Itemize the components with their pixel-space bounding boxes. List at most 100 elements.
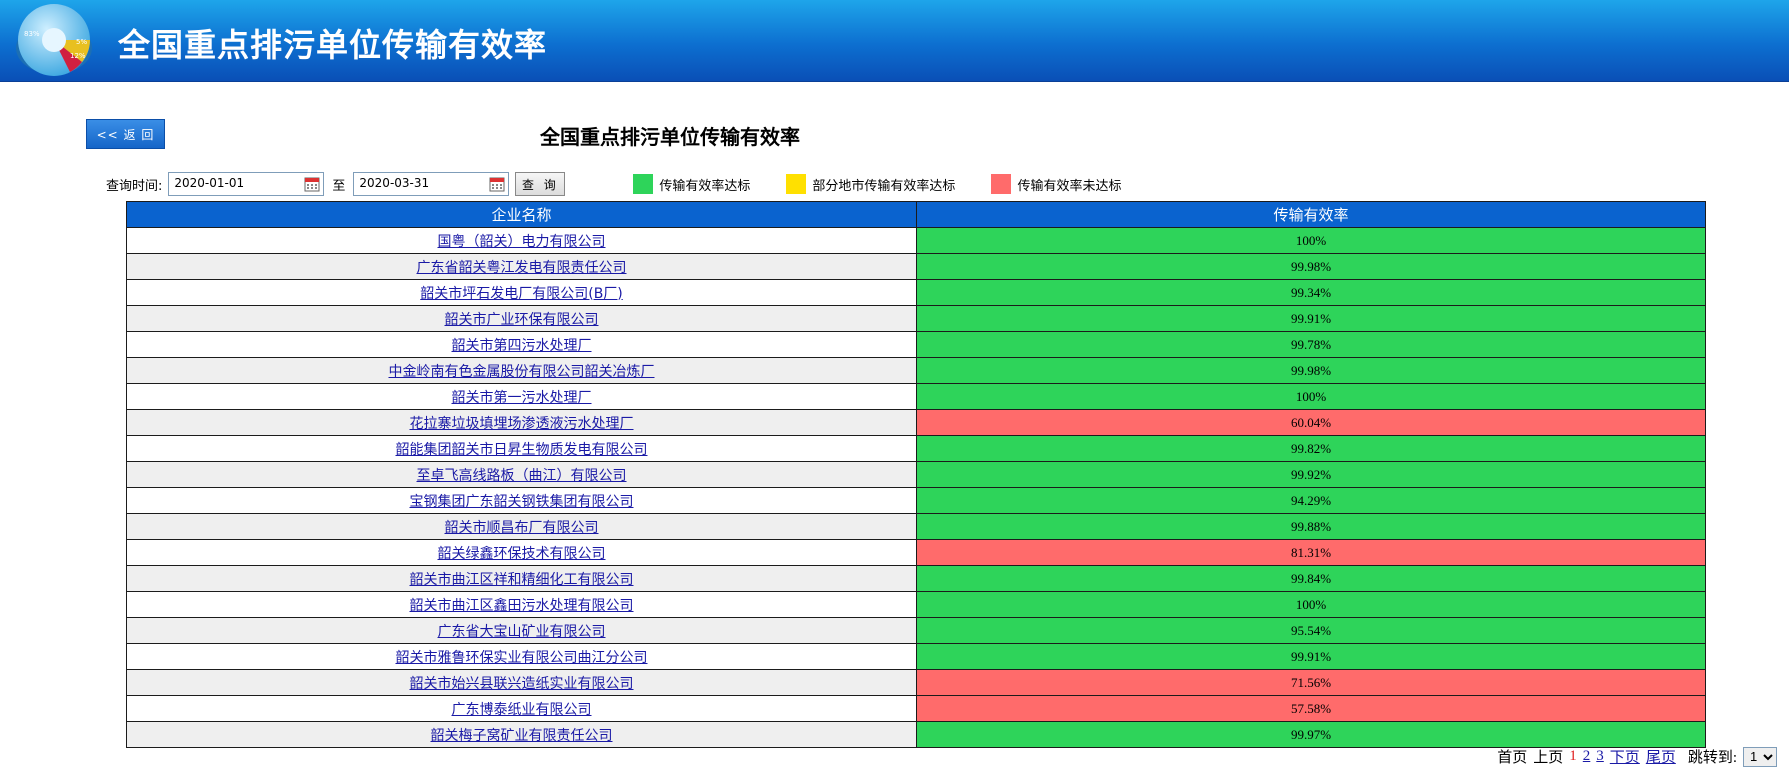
legend-item-fail: 传输有效率未达标: [991, 174, 1121, 194]
table-row: 韶关绿鑫环保技术有限公司 81.31%: [126, 539, 1706, 566]
table-row: 广东省韶关粤江发电有限责任公司 99.98%: [126, 253, 1706, 280]
company-cell: 宝钢集团广东韶关钢铁集团有限公司: [126, 487, 917, 514]
table-row: 韶关市坪石发电厂有限公司(B厂) 99.34%: [126, 279, 1706, 306]
company-link[interactable]: 韶关市始兴县联兴造纸实业有限公司: [410, 676, 634, 692]
legend-item-pass: 传输有效率达标: [633, 174, 750, 194]
pagination: 首页 上页 1 2 3 下页 尾页 跳转到: 1: [1497, 746, 1777, 767]
prev-page-link[interactable]: 上页: [1533, 746, 1563, 767]
logo-label: 12%: [70, 52, 86, 60]
legend-label: 部分地市传输有效率达标: [812, 178, 956, 194]
to-label: 至: [332, 178, 346, 194]
table-row: 国粤（韶关）电力有限公司 100%: [126, 227, 1706, 254]
page-link[interactable]: 3: [1596, 748, 1604, 765]
company-cell: 韶关市雅鲁环保实业有限公司曲江分公司: [126, 643, 917, 670]
company-link[interactable]: 韶能集团韶关市日昇生物质发电有限公司: [396, 442, 648, 458]
column-header-rate: 传输有效率: [916, 201, 1706, 228]
next-page-link[interactable]: 下页: [1610, 746, 1640, 767]
results-table: 企业名称 传输有效率 国粤（韶关）电力有限公司 100% 广东省韶关粤江发电有限责任…: [126, 201, 1706, 748]
first-page-link[interactable]: 首页: [1497, 746, 1527, 767]
last-page-link[interactable]: 尾页: [1646, 746, 1676, 767]
logo-label: 5%: [76, 38, 87, 46]
rate-cell: 81.31%: [916, 539, 1706, 566]
company-link[interactable]: 韶关梅子窝矿业有限责任公司: [431, 728, 613, 744]
company-link[interactable]: 广东省韶关粤江发电有限责任公司: [417, 260, 627, 276]
company-cell: 韶关市第一污水处理厂: [126, 383, 917, 410]
legend-label: 传输有效率未达标: [1017, 178, 1122, 194]
company-link[interactable]: 国粤（韶关）电力有限公司: [438, 234, 606, 250]
rate-cell: 99.88%: [916, 513, 1706, 540]
company-link[interactable]: 韶关绿鑫环保技术有限公司: [438, 546, 606, 562]
jump-to-label: 跳转到:: [1687, 750, 1737, 766]
rate-cell: 71.56%: [916, 669, 1706, 696]
pie-chart-logo-icon: 83% 5% 12%: [16, 4, 92, 76]
page-link-current[interactable]: 1: [1569, 748, 1577, 765]
company-cell: 花拉寨垃圾填埋场渗透液污水处理厂: [126, 409, 917, 436]
start-date-value: 2020-01-01: [174, 176, 245, 190]
company-cell: 韶关市坪石发电厂有限公司(B厂): [126, 279, 917, 306]
table-row: 韶关市广业环保有限公司 99.91%: [126, 305, 1706, 332]
header-banner: 83% 5% 12% 全国重点排污单位传输有效率: [0, 0, 1789, 82]
company-link[interactable]: 韶关市顺昌布厂有限公司: [445, 520, 599, 536]
jump-page-select[interactable]: 1: [1743, 746, 1777, 767]
company-link[interactable]: 广东博泰纸业有限公司: [452, 702, 592, 718]
company-cell: 韶关市第四污水处理厂: [126, 331, 917, 358]
legend-item-partial: 部分地市传输有效率达标: [786, 174, 955, 194]
company-link[interactable]: 广东省大宝山矿业有限公司: [438, 624, 606, 640]
company-link[interactable]: 韶关市曲江区鑫田污水处理有限公司: [410, 598, 634, 614]
rate-cell: 94.29%: [916, 487, 1706, 514]
company-cell: 韶能集团韶关市日昇生物质发电有限公司: [126, 435, 917, 462]
query-time-label: 查询时间:: [106, 178, 163, 194]
company-cell: 中金岭南有色金属股份有限公司韶关冶炼厂: [126, 357, 917, 384]
page-link[interactable]: 2: [1583, 748, 1591, 765]
table-row: 韶关市曲江区祥和精细化工有限公司 99.84%: [126, 565, 1706, 592]
table-row: 韶关市第一污水处理厂 100%: [126, 383, 1706, 410]
query-bar: 查询时间: 2020-01-01 至 2020-03-31 查 询 传输有效率达…: [106, 171, 1121, 197]
company-link[interactable]: 中金岭南有色金属股份有限公司韶关冶炼厂: [389, 364, 655, 380]
table-row: 广东省大宝山矿业有限公司 95.54%: [126, 617, 1706, 644]
company-cell: 国粤（韶关）电力有限公司: [126, 227, 917, 254]
calendar-icon[interactable]: [489, 176, 505, 192]
rate-cell: 99.92%: [916, 461, 1706, 488]
rate-cell: 99.91%: [916, 305, 1706, 332]
company-link[interactable]: 韶关市雅鲁环保实业有限公司曲江分公司: [396, 650, 648, 666]
end-date-input[interactable]: 2020-03-31: [353, 172, 510, 196]
company-cell: 至卓飞高线路板（曲江）有限公司: [126, 461, 917, 488]
company-link[interactable]: 韶关市广业环保有限公司: [445, 312, 599, 328]
company-cell: 广东博泰纸业有限公司: [126, 695, 917, 722]
company-link[interactable]: 韶关市第一污水处理厂: [452, 390, 592, 406]
legend-swatch-red: [991, 174, 1012, 194]
company-cell: 韶关市广业环保有限公司: [126, 305, 917, 332]
company-cell: 韶关市顺昌布厂有限公司: [126, 513, 917, 540]
company-link[interactable]: 韶关市坪石发电厂有限公司(B厂): [420, 286, 623, 302]
company-cell: 韶关绿鑫环保技术有限公司: [126, 539, 917, 566]
end-date-value: 2020-03-31: [359, 176, 430, 190]
company-cell: 广东省韶关粤江发电有限责任公司: [126, 253, 917, 280]
header-title: 全国重点排污单位传输有效率: [118, 26, 548, 64]
query-button[interactable]: 查 询: [515, 172, 566, 196]
company-cell: 韶关市始兴县联兴造纸实业有限公司: [126, 669, 917, 696]
table-row: 至卓飞高线路板（曲江）有限公司 99.92%: [126, 461, 1706, 488]
company-link[interactable]: 宝钢集团广东韶关钢铁集团有限公司: [410, 494, 634, 510]
company-cell: 韶关市曲江区鑫田污水处理有限公司: [126, 591, 917, 618]
table-row: 中金岭南有色金属股份有限公司韶关冶炼厂 99.98%: [126, 357, 1706, 384]
rate-cell: 100%: [916, 227, 1706, 254]
table-row: 韶关市雅鲁环保实业有限公司曲江分公司 99.91%: [126, 643, 1706, 670]
legend-label: 传输有效率达标: [659, 178, 751, 194]
rate-cell: 60.04%: [916, 409, 1706, 436]
table-row: 宝钢集团广东韶关钢铁集团有限公司 94.29%: [126, 487, 1706, 514]
rate-cell: 99.91%: [916, 643, 1706, 670]
table-body: 国粤（韶关）电力有限公司 100% 广东省韶关粤江发电有限责任公司 99.98% 韶关市…: [126, 227, 1706, 748]
company-link[interactable]: 韶关市曲江区祥和精细化工有限公司: [410, 572, 634, 588]
back-button[interactable]: << 返 回: [86, 119, 165, 149]
company-link[interactable]: 花拉寨垃圾填埋场渗透液污水处理厂: [410, 416, 634, 432]
calendar-icon[interactable]: [304, 176, 320, 192]
rate-cell: 100%: [916, 383, 1706, 410]
company-link[interactable]: 韶关市第四污水处理厂: [452, 338, 592, 354]
start-date-input[interactable]: 2020-01-01: [168, 172, 325, 196]
rate-cell: 99.98%: [916, 357, 1706, 384]
company-link[interactable]: 至卓飞高线路板（曲江）有限公司: [417, 468, 627, 484]
table-row: 韶关市顺昌布厂有限公司 99.88%: [126, 513, 1706, 540]
rate-cell: 57.58%: [916, 695, 1706, 722]
company-cell: 广东省大宝山矿业有限公司: [126, 617, 917, 644]
legend-swatch-green: [633, 174, 654, 194]
